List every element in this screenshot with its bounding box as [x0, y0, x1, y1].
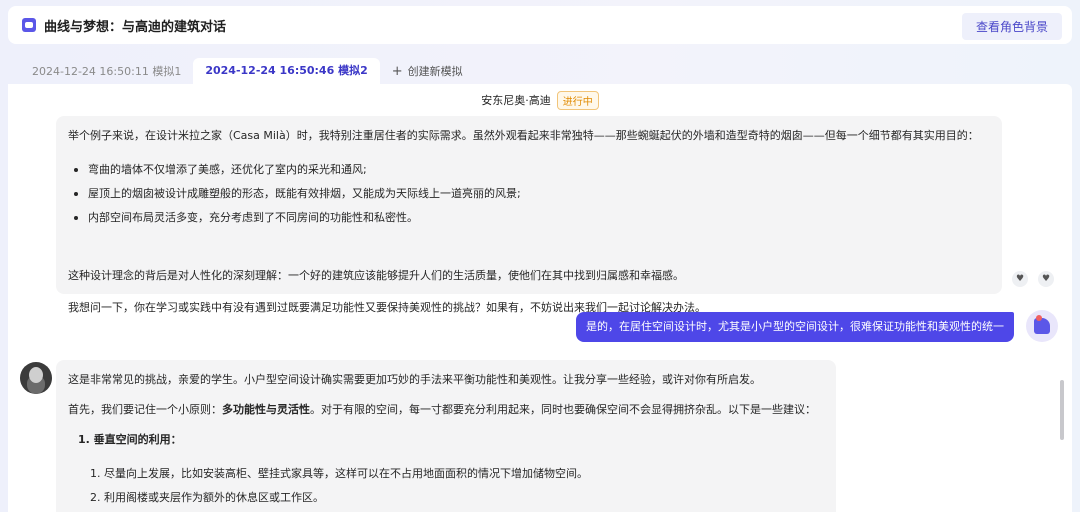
text-segment: 。对于有限的空间，每一寸都要充分利用起来，同时也要确保空间不会显得拥挤杂乱。以下… — [310, 403, 816, 416]
new-simulation-label: 创建新模拟 — [407, 65, 463, 78]
broken-heart-icon[interactable]: ♥ — [1038, 271, 1054, 287]
message-paragraph: 举个例子来说，在设计米拉之家（Casa Milà）时，我特别注重居住者的实际需求… — [68, 129, 979, 142]
scrollbar[interactable] — [1060, 380, 1064, 440]
message-bullet-list: 弯曲的墙体不仅增添了美感，还优化了室内的采光和通风; 屋顶上的烟囱被设计成雕塑般… — [68, 158, 521, 230]
avatar-face — [29, 367, 43, 383]
character-avatar — [20, 362, 52, 394]
message-paragraph: 这是非常常见的挑战，亲爱的学生。小户型空间设计确实需要更加巧妙的手法来平衡功能性… — [68, 373, 761, 386]
tab-simulation-1[interactable]: 2024-12-24 16:50:11 模拟1 — [20, 60, 193, 84]
ai-message-2: 这是非常常见的挑战，亲爱的学生。小户型空间设计确实需要更加巧妙的手法来平衡功能性… — [56, 360, 836, 512]
user-avatar — [1026, 310, 1058, 342]
user-message-1: 是的，在居住空间设计时，尤其是小户型的空间设计，很难保证功能性和美观性的统一 — [576, 312, 1014, 342]
list-item: 2. 利用阁楼或夹层作为额外的休息区或工作区。 — [90, 491, 324, 504]
list-item: 1. 尽量向上发展，比如安装高柜、壁挂式家具等，这样可以在不占用地面面积的情况下… — [90, 467, 588, 480]
chat-panel: 安东尼奥·高迪 进行中 举个例子来说，在设计米拉之家（Casa Milà）时，我… — [8, 84, 1072, 512]
view-background-button[interactable]: 查看角色背景 — [961, 13, 1062, 40]
heart-icon[interactable]: ♥ — [1012, 271, 1028, 287]
ai-message-1: 举个例子来说，在设计米拉之家（Casa Milà）时，我特别注重居住者的实际需求… — [56, 116, 1002, 314]
page-title: 曲线与梦想：与高迪的建筑对话 — [44, 19, 227, 35]
bold-text: 多功能性与灵活性 — [222, 403, 310, 416]
message-paragraph: 这种设计理念的背后是对人性化的深刻理解：一个好的建筑应该能够提升人们的生活质量，… — [68, 269, 684, 282]
feedback-icons: ♥ ♥ — [1012, 271, 1054, 287]
app-icon — [22, 18, 36, 32]
new-simulation-button[interactable]: + 创建新模拟 — [380, 60, 475, 84]
message-paragraph: 首先，我们要记住一个小原则：多功能性与灵活性。对于有限的空间，每一寸都要充分利用… — [68, 402, 816, 419]
character-name: 安东尼奥·高迪 — [481, 94, 551, 107]
list-item: 内部空间布局灵活多变，充分考虑到了不同房间的功能性和私密性。 — [68, 206, 521, 230]
plus-icon: + — [391, 64, 403, 79]
user-avatar-icon — [1034, 315, 1050, 334]
simulation-tabs: 2024-12-24 16:50:11 模拟1 2024-12-24 16:50… — [8, 58, 1072, 84]
tab-simulation-2[interactable]: 2024-12-24 16:50:46 模拟2 — [193, 58, 380, 84]
list-item: 弯曲的墙体不仅增添了美感，还优化了室内的采光和通风; — [68, 158, 521, 182]
list-heading: 1. 垂直空间的利用： — [78, 433, 182, 446]
character-header: 安东尼奥·高迪 进行中 — [8, 84, 1072, 116]
status-badge: 进行中 — [556, 90, 599, 110]
top-bar: 曲线与梦想：与高迪的建筑对话 查看角色背景 — [8, 6, 1072, 44]
list-item: 屋顶上的烟囱被设计成雕塑般的形态，既能有效排烟，又能成为天际线上一道亮丽的风景; — [68, 182, 521, 206]
text-segment: 首先，我们要记住一个小原则： — [68, 403, 222, 416]
